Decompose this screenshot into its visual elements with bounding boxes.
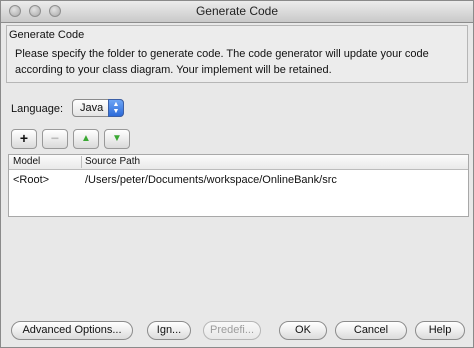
ign-button[interactable]: Ign... (147, 321, 191, 340)
predefined-button[interactable]: Predefi... (203, 321, 261, 340)
table-header: Model Source Path (9, 155, 468, 170)
column-divider (81, 156, 82, 168)
advanced-options-button[interactable]: Advanced Options... (11, 321, 133, 340)
select-arrows-icon: ▲ ▼ (108, 99, 124, 117)
move-up-button[interactable]: ▲ (73, 129, 99, 149)
column-header-model[interactable]: Model (13, 156, 40, 167)
row-model-cell: <Root> (13, 174, 50, 186)
instructions-text: Please specify the folder to generate co… (15, 48, 429, 76)
remove-button[interactable]: − (42, 129, 68, 149)
add-button[interactable]: + (11, 129, 37, 149)
language-label: Language: (11, 103, 63, 115)
group-title: Generate Code (9, 29, 85, 41)
help-button[interactable]: Help (415, 321, 465, 340)
arrow-up-icon: ▲ (81, 133, 91, 144)
window-title: Generate Code (195, 4, 279, 18)
arrow-down-icon: ▼ (112, 133, 122, 144)
generate-code-dialog: Generate Code Generate Code Please speci… (0, 0, 474, 348)
row-path-cell: /Users/peter/Documents/workspace/OnlineB… (85, 174, 337, 186)
plus-icon: + (19, 130, 29, 146)
title-bar: Generate Code (1, 1, 473, 23)
cancel-button[interactable]: Cancel (335, 321, 407, 340)
language-value: Java (80, 102, 104, 114)
move-down-button[interactable]: ▼ (104, 129, 130, 149)
language-select[interactable]: Java ▲ ▼ (72, 99, 124, 117)
column-header-source-path[interactable]: Source Path (85, 156, 140, 167)
source-path-table[interactable]: Model Source Path <Root> /Users/peter/Do… (8, 154, 469, 217)
ok-button[interactable]: OK (279, 321, 327, 340)
minus-icon: − (50, 130, 60, 146)
